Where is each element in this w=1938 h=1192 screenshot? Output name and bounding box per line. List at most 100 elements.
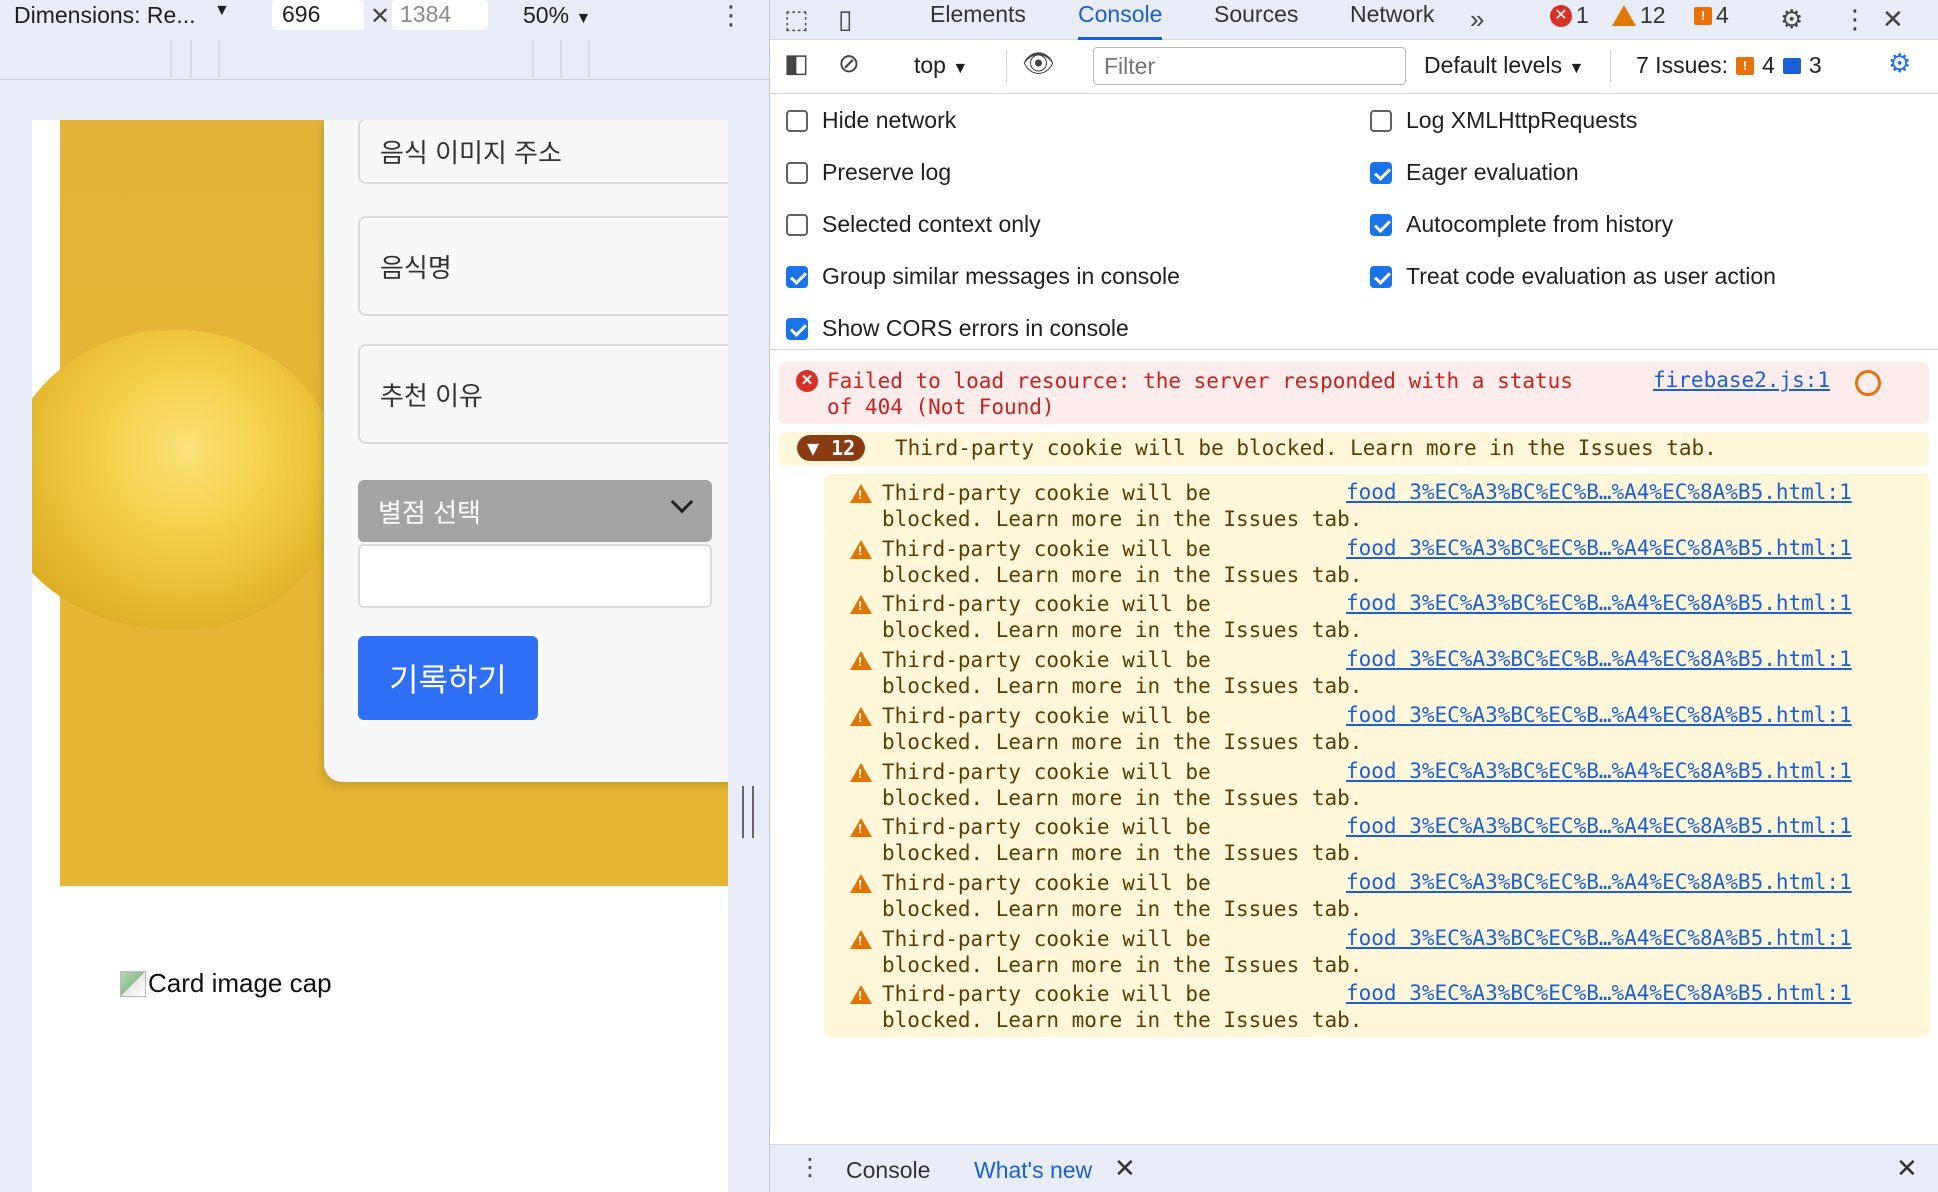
setting-label: Hide network xyxy=(822,107,957,133)
drawer-tab-console[interactable]: Console xyxy=(846,1157,930,1184)
inspect-element-icon[interactable]: ⬚ xyxy=(784,4,809,35)
log-levels-dropdown[interactable]: Default levels ▼ xyxy=(1424,52,1584,79)
checkbox[interactable] xyxy=(786,109,808,132)
setting-group-similar[interactable]: Group similar messages in console xyxy=(786,263,1180,290)
warning-count[interactable]: 12 xyxy=(1612,2,1666,29)
sidebar-toggle-icon[interactable]: ◧ xyxy=(784,48,809,79)
console-warning-message: Third-party cookie will be blocked. Lear… xyxy=(824,641,1930,704)
group-text: Third-party cookie will be blocked. Lear… xyxy=(895,436,1717,460)
close-drawer-icon[interactable]: ✕ xyxy=(1896,1153,1918,1184)
drawer-menu-icon[interactable]: ⋮ xyxy=(798,1153,822,1182)
console-error-message: ✕ Failed to load resource: the server re… xyxy=(779,362,1929,424)
warning-text: Third-party cookie will be blocked. Lear… xyxy=(882,926,1363,977)
warning-source-link[interactable]: food 3%EC%A3%BC%EC%B…%A4%EC%8A%B5.html:1 xyxy=(1346,759,1852,783)
tab-console[interactable]: Console xyxy=(1078,0,1163,40)
network-request-icon[interactable] xyxy=(1855,370,1881,396)
warning-source-link[interactable]: food 3%EC%A3%BC%EC%B…%A4%EC%8A%B5.html:1 xyxy=(1346,870,1852,894)
ruler-mark xyxy=(560,40,562,78)
tab-network[interactable]: Network xyxy=(1350,0,1434,40)
issues-link[interactable]: 7 Issues: ! 4 3 xyxy=(1636,52,1822,79)
gear-icon[interactable]: ⚙ xyxy=(1780,4,1803,35)
error-count[interactable]: ✕ 1 xyxy=(1550,2,1589,29)
warning-source-link[interactable]: food 3%EC%A3%BC%EC%B…%A4%EC%8A%B5.html:1 xyxy=(1346,647,1852,671)
checkbox[interactable] xyxy=(1370,109,1392,132)
device-height-input[interactable]: 1384 xyxy=(392,0,488,30)
setting-preserve-log[interactable]: Preserve log xyxy=(786,159,951,186)
context-selector[interactable]: top ▼ xyxy=(914,52,968,79)
setting-show-cors-errors[interactable]: Show CORS errors in console xyxy=(786,315,1129,342)
device-toggle-icon[interactable]: ▯ xyxy=(838,4,852,35)
device-width-input[interactable]: 696 xyxy=(272,0,364,30)
checkbox-checked[interactable] xyxy=(1370,213,1392,236)
zoom-dropdown[interactable]: 50% ▼ xyxy=(523,2,591,29)
console-warning-message: Third-party cookie will be blocked. Lear… xyxy=(824,474,1930,536)
setting-treat-code-eval[interactable]: Treat code evaluation as user action xyxy=(1370,263,1776,290)
recommend-reason-input[interactable]: 추천 이유 xyxy=(358,344,728,444)
console-warning-message: Third-party cookie will be blocked. Lear… xyxy=(824,585,1930,648)
warning-icon xyxy=(850,985,872,1005)
warning-icon xyxy=(850,484,872,503)
checkbox-checked[interactable] xyxy=(1370,265,1392,288)
warning-source-link[interactable]: food 3%EC%A3%BC%EC%B…%A4%EC%8A%B5.html:1 xyxy=(1346,536,1852,560)
setting-hide-network[interactable]: Hide network xyxy=(786,107,956,134)
warning-source-link[interactable]: food 3%EC%A3%BC%EC%B…%A4%EC%8A%B5.html:1 xyxy=(1346,814,1852,838)
close-icon[interactable]: ✕ xyxy=(1882,4,1904,35)
clear-console-icon[interactable]: ⊘ xyxy=(838,48,860,79)
dimensions-arrow-icon[interactable]: ▼ xyxy=(214,2,230,20)
close-tab-icon[interactable]: ✕ xyxy=(1114,1153,1136,1184)
food-form-card: 음식 이미지 주소 음식명 추천 이유 별점 선택 기록하기 xyxy=(324,120,728,782)
tab-elements[interactable]: Elements xyxy=(930,0,1026,40)
console-warning-message: Third-party cookie will be blocked. Lear… xyxy=(824,529,1930,592)
ruler-mark xyxy=(170,40,172,78)
warning-source-link[interactable]: food 3%EC%A3%BC%EC%B…%A4%EC%8A%B5.html:1 xyxy=(1346,981,1852,1005)
ruler-mark xyxy=(532,40,534,78)
checkbox-checked[interactable] xyxy=(786,265,808,288)
warning-source-link[interactable]: food 3%EC%A3%BC%EC%B…%A4%EC%8A%B5.html:1 xyxy=(1346,591,1852,615)
drawer-tab-whats-new[interactable]: What's new xyxy=(974,1157,1092,1184)
setting-label: Show CORS errors in console xyxy=(822,315,1129,341)
more-tabs-icon[interactable]: » xyxy=(1470,4,1484,35)
chevron-down-icon xyxy=(670,490,694,514)
warning-icon xyxy=(1612,5,1636,26)
console-warning-message: Third-party cookie will be blocked. Lear… xyxy=(824,863,1930,926)
console-warning-message: Third-party cookie will be blocked. Lear… xyxy=(824,752,1930,815)
food-name-input[interactable]: 음식명 xyxy=(358,216,728,316)
viewport-resize-handle[interactable] xyxy=(742,786,754,838)
checkbox-checked[interactable] xyxy=(786,317,808,340)
dimensions-dropdown[interactable]: Dimensions: Re... xyxy=(14,2,196,29)
tab-sources[interactable]: Sources xyxy=(1214,0,1298,40)
ruler-mark xyxy=(190,40,192,78)
setting-label: Treat code evaluation as user action xyxy=(1406,263,1776,289)
setting-label: Eager evaluation xyxy=(1406,159,1579,185)
setting-log-xhr[interactable]: Log XMLHttpRequests xyxy=(1370,107,1637,134)
filter-input[interactable] xyxy=(1093,47,1406,85)
submit-button[interactable]: 기록하기 xyxy=(358,636,538,720)
checkbox-checked[interactable] xyxy=(1370,161,1392,184)
hero-image: 음식 이미지 주소 음식명 추천 이유 별점 선택 기록하기 xyxy=(32,120,728,886)
warning-text: Third-party cookie will be blocked. Lear… xyxy=(882,592,1363,643)
issue-count[interactable]: ! 4 xyxy=(1694,2,1729,29)
food-image-url-input[interactable]: 음식 이미지 주소 xyxy=(358,120,728,184)
rating-select[interactable]: 별점 선택 xyxy=(358,480,712,542)
checkbox[interactable] xyxy=(786,213,808,236)
setting-selected-context-only[interactable]: Selected context only xyxy=(786,211,1041,238)
warning-icon xyxy=(850,651,872,671)
rating-input[interactable] xyxy=(358,544,712,608)
console-drawer: ⋮ Console What's new ✕ ✕ xyxy=(770,1144,1938,1192)
checkbox[interactable] xyxy=(786,161,808,184)
eye-icon[interactable]: 👁 xyxy=(1022,48,1055,79)
setting-autocomplete-history[interactable]: Autocomplete from history xyxy=(1370,211,1673,238)
warning-source-link[interactable]: food 3%EC%A3%BC%EC%B…%A4%EC%8A%B5.html:1 xyxy=(1346,703,1852,727)
console-settings-gear-icon[interactable]: ⚙ xyxy=(1888,48,1911,79)
more-options-icon[interactable]: ⋮ xyxy=(718,0,744,31)
error-source-link[interactable]: firebase2.js:1 xyxy=(1653,368,1830,392)
setting-eager-evaluation[interactable]: Eager evaluation xyxy=(1370,159,1579,186)
console-messages: ✕ Failed to load resource: the server re… xyxy=(770,352,1938,1144)
warning-source-link[interactable]: food 3%EC%A3%BC%EC%B…%A4%EC%8A%B5.html:1 xyxy=(1346,480,1852,504)
issue-count-value: 4 xyxy=(1716,2,1729,28)
setting-label: Selected context only xyxy=(822,211,1041,237)
console-warning-group[interactable]: ▼ 12 Third-party cookie will be blocked.… xyxy=(779,432,1929,466)
console-warning-message: Third-party cookie will be blocked. Lear… xyxy=(824,696,1930,759)
warning-source-link[interactable]: food 3%EC%A3%BC%EC%B…%A4%EC%8A%B5.html:1 xyxy=(1346,926,1852,950)
kebab-menu-icon[interactable]: ⋮ xyxy=(1842,4,1868,35)
